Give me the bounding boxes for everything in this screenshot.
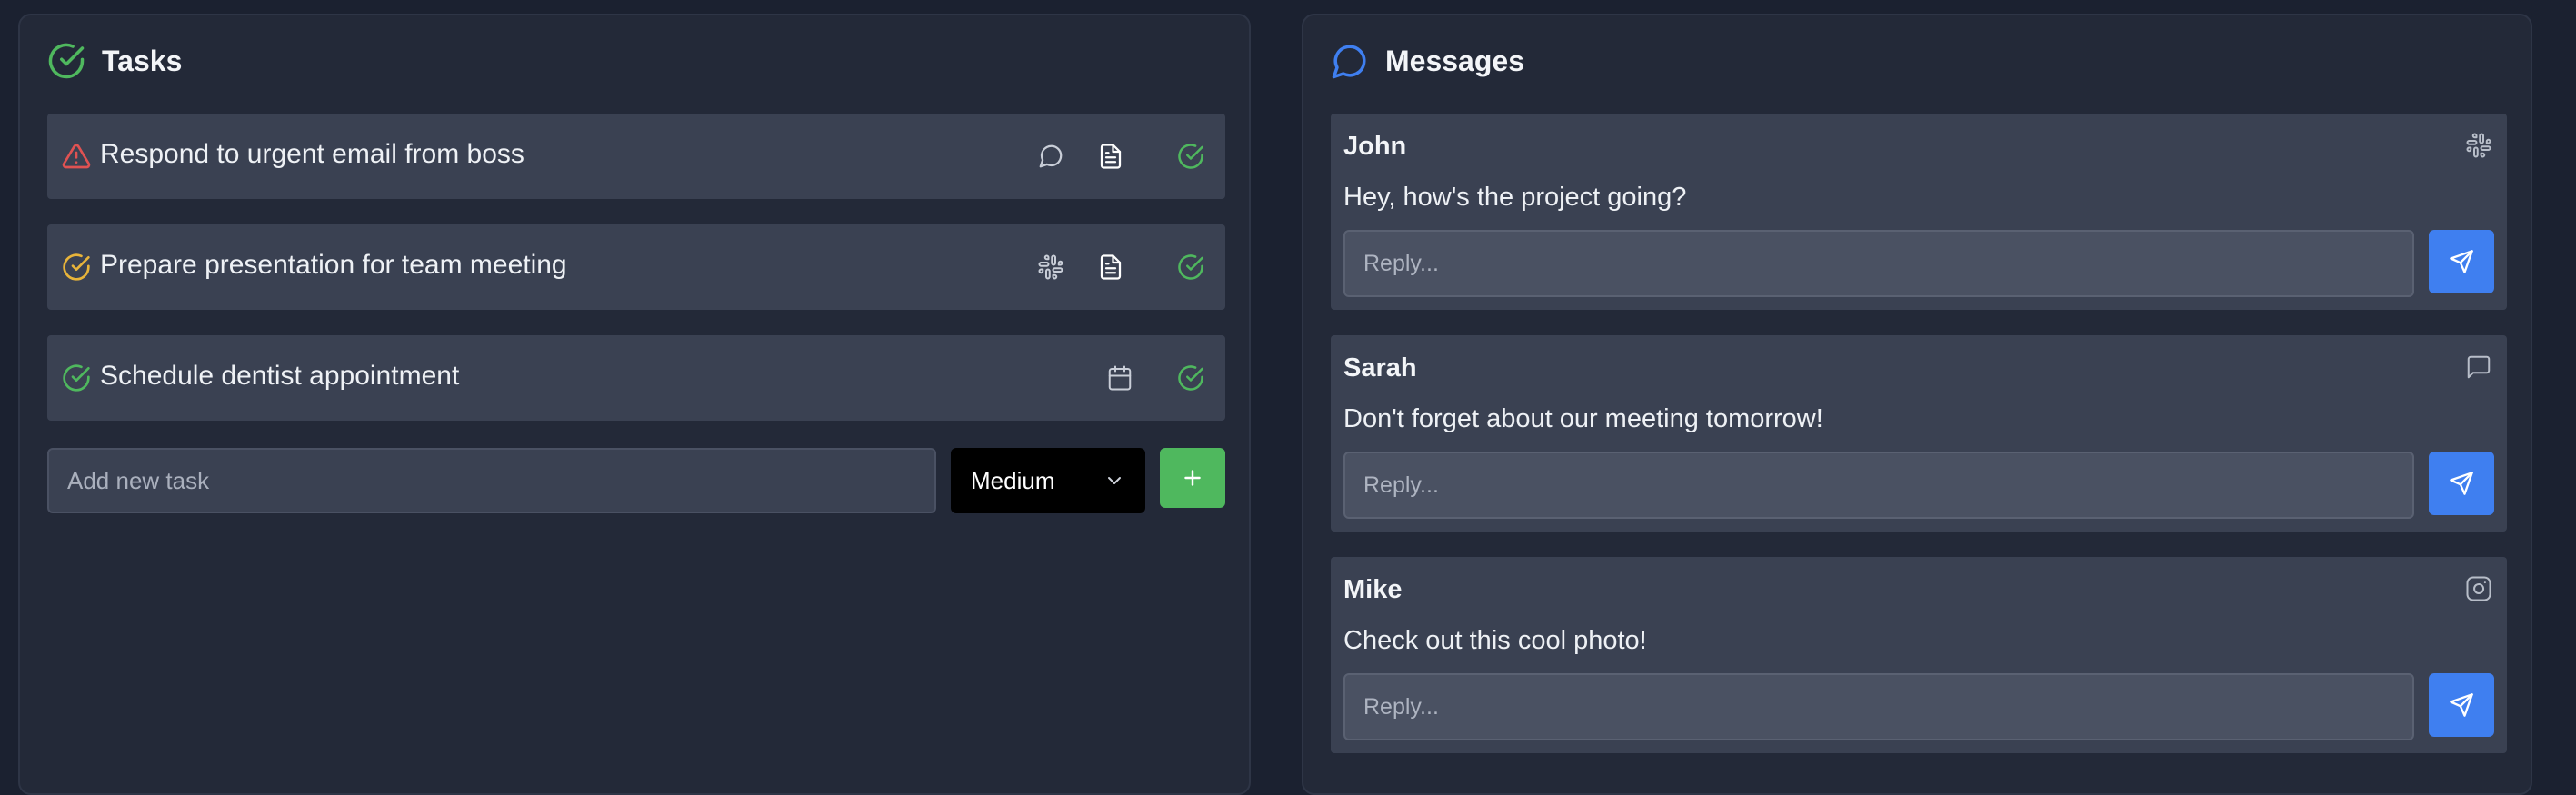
alert-triangle-icon bbox=[62, 144, 91, 169]
slack-icon bbox=[2465, 132, 2494, 161]
message-text: Check out this cool photo! bbox=[1343, 626, 1647, 655]
message-square-icon bbox=[2465, 353, 2494, 383]
plus-icon bbox=[1184, 470, 1201, 486]
tasks-panel: Tasks Respond to urgent email from boss bbox=[18, 14, 1251, 795]
messages-header: Messages bbox=[1331, 41, 1524, 81]
check-circle-icon bbox=[48, 43, 85, 79]
chevron-down-icon bbox=[1108, 477, 1121, 484]
send-icon bbox=[2450, 472, 2473, 495]
task-text: Schedule dentist appointment bbox=[100, 361, 460, 391]
check-circle-icon bbox=[1178, 254, 1203, 280]
calendar-icon[interactable] bbox=[1103, 362, 1136, 394]
send-reply-button[interactable] bbox=[2429, 230, 2494, 293]
message-circle-icon bbox=[1332, 45, 1366, 79]
send-icon bbox=[2450, 250, 2473, 273]
document-icon[interactable] bbox=[1094, 251, 1127, 283]
check-circle-icon bbox=[1178, 144, 1203, 169]
message-text: Don't forget about our meeting tomorrow! bbox=[1343, 404, 1823, 433]
instagram-icon bbox=[2465, 575, 2494, 604]
complete-task-button[interactable] bbox=[1174, 362, 1207, 394]
message-sender: John bbox=[1343, 132, 1407, 161]
tasks-header: Tasks bbox=[47, 41, 182, 81]
check-circle-icon bbox=[63, 253, 90, 281]
send-icon bbox=[2450, 693, 2473, 717]
message-circle-icon[interactable] bbox=[1034, 140, 1067, 173]
reply-input[interactable] bbox=[1343, 230, 2414, 297]
page-title: Tasks bbox=[102, 44, 183, 77]
reply-input[interactable] bbox=[1343, 452, 2414, 519]
slack-icon[interactable] bbox=[1034, 251, 1067, 283]
document-icon[interactable] bbox=[1094, 140, 1127, 173]
new-task-input[interactable] bbox=[47, 448, 936, 513]
priority-select[interactable]: Medium bbox=[951, 448, 1145, 513]
message-card: Sarah Don't forget about our meeting tom… bbox=[1331, 335, 2507, 532]
message-card: Mike Check out this cool photo! bbox=[1331, 557, 2507, 753]
message-sender: Sarah bbox=[1343, 353, 1417, 383]
message-sender: Mike bbox=[1343, 575, 1403, 604]
check-circle-icon bbox=[63, 364, 90, 392]
message-text: Hey, how's the project going? bbox=[1343, 183, 1687, 212]
check-circle-icon bbox=[1178, 365, 1203, 391]
complete-task-button[interactable] bbox=[1174, 140, 1207, 173]
task-row: Respond to urgent email from boss bbox=[47, 114, 1225, 199]
reply-input[interactable] bbox=[1343, 673, 2414, 740]
messages-panel: Messages John Hey, how's the project goi… bbox=[1302, 14, 2532, 795]
send-reply-button[interactable] bbox=[2429, 673, 2494, 737]
add-task-button[interactable] bbox=[1160, 448, 1225, 508]
send-reply-button[interactable] bbox=[2429, 452, 2494, 515]
priority-select-value: Medium bbox=[971, 466, 1055, 494]
message-card: John Hey, how's the project going? bbox=[1331, 114, 2507, 310]
task-row: Schedule dentist appointment bbox=[47, 335, 1225, 421]
task-row: Prepare presentation for team meeting bbox=[47, 224, 1225, 310]
complete-task-button[interactable] bbox=[1174, 251, 1207, 283]
page-title: Messages bbox=[1385, 44, 1524, 77]
task-text: Respond to urgent email from boss bbox=[100, 139, 524, 169]
task-text: Prepare presentation for team meeting bbox=[100, 250, 567, 280]
